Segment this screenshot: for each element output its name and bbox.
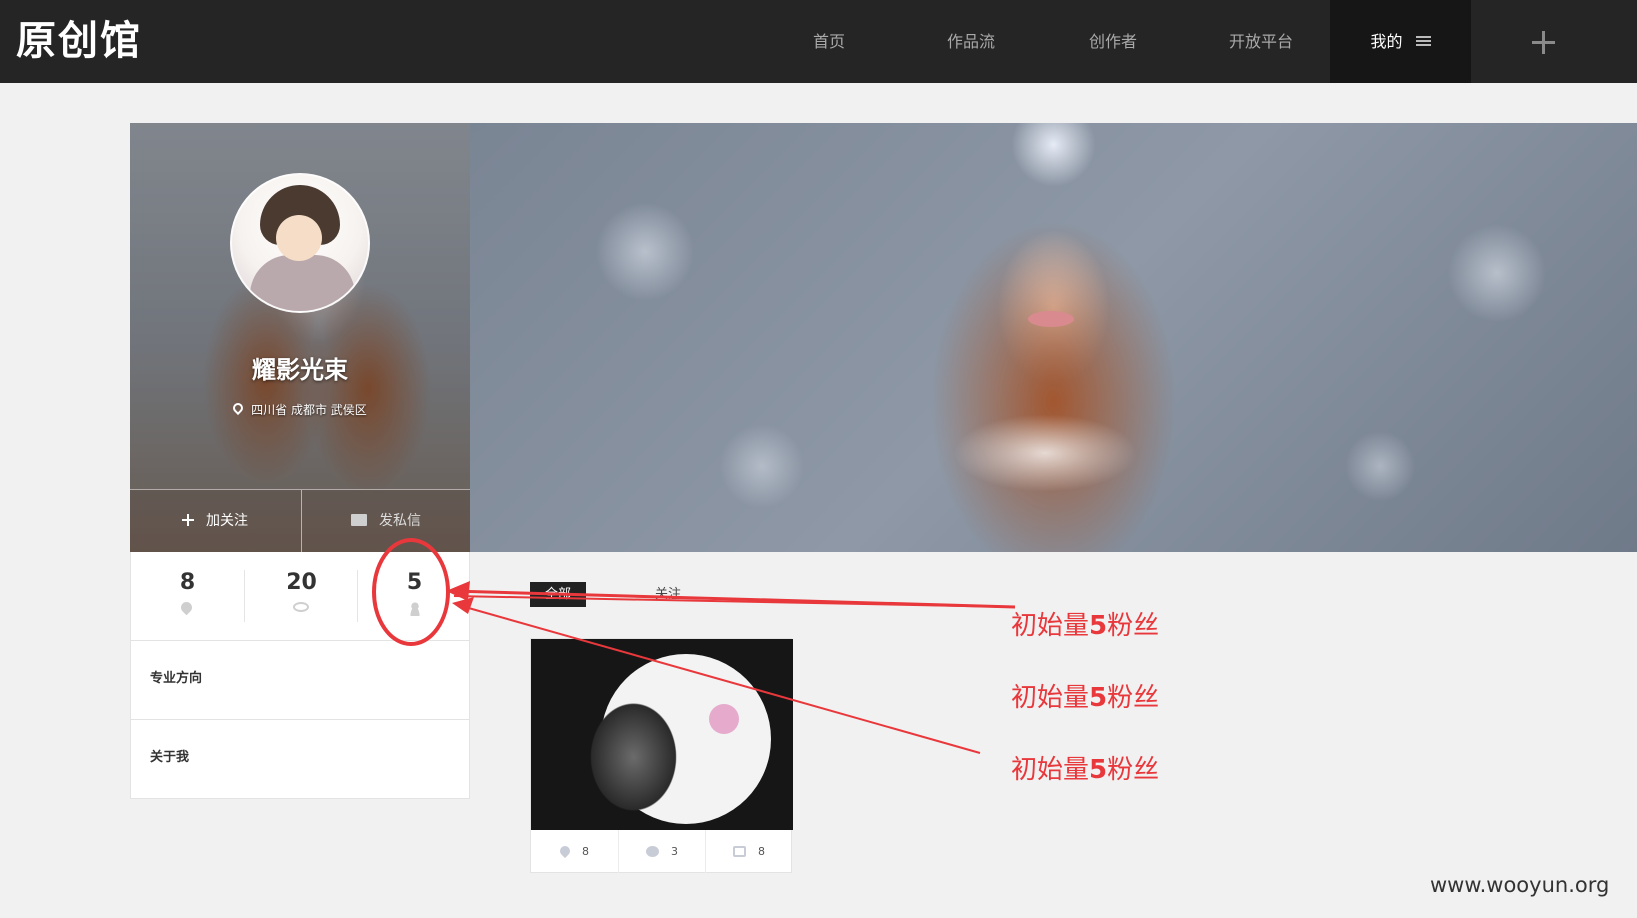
work-likes-count: 8	[582, 845, 589, 858]
user-icon	[408, 602, 422, 616]
heart-icon	[178, 599, 195, 616]
add-work-button[interactable]	[1472, 0, 1614, 83]
profile-stats: 8 20 5	[130, 552, 470, 640]
views-count: 20	[286, 570, 317, 595]
fans-stat[interactable]: 5	[358, 552, 471, 640]
avatar[interactable]	[230, 173, 370, 313]
nav-open-platform[interactable]: 开放平台	[1196, 0, 1326, 83]
location-pin-icon	[231, 400, 246, 416]
message-label: 发私信	[379, 513, 421, 529]
banner-illustration-detail	[1028, 311, 1074, 327]
user-location: 四川省 成都市 武侯区	[130, 400, 470, 418]
profile-actions: 加关注 发私信	[130, 489, 470, 552]
work-thumbnail[interactable]	[531, 639, 793, 830]
site-logo[interactable]: 原创馆	[16, 14, 142, 68]
top-navbar: 原创馆 首页 作品流 创作者 开放平台 我的	[0, 0, 1637, 83]
cover-banner	[470, 123, 1637, 552]
like-icon	[557, 843, 573, 859]
specialty-label: 专业方向	[150, 671, 203, 686]
likes-count: 8	[179, 570, 196, 595]
hamburger-icon	[1415, 36, 1431, 47]
work-like-button[interactable]: 8	[531, 830, 618, 873]
send-message-button[interactable]: 发私信	[301, 490, 470, 552]
work-stats: 8 3 8	[531, 830, 793, 873]
fans-count: 5	[406, 570, 423, 595]
nav-my-label: 我的	[1370, 32, 1403, 51]
share-icon	[733, 845, 746, 857]
user-name: 耀影光束	[252, 356, 348, 384]
tab-follow[interactable]: 关注	[640, 582, 696, 607]
follow-button[interactable]: 加关注	[130, 490, 300, 552]
likes-stat[interactable]: 8	[131, 552, 244, 640]
nav-works-stream[interactable]: 作品流	[912, 0, 1030, 83]
profile-card: 耀影光束 四川省 成都市 武侯区 加关注 发私信	[130, 123, 470, 552]
annotation-text: 初始量5粉丝	[1011, 755, 1160, 785]
nav-home[interactable]: 首页	[770, 0, 888, 83]
location-text: 四川省 成都市 武侯区	[251, 403, 367, 417]
nav-creators[interactable]: 创作者	[1054, 0, 1172, 83]
comment-icon	[646, 845, 659, 857]
follow-label: 加关注	[206, 513, 248, 529]
tab-all[interactable]: 全部	[530, 582, 587, 607]
watermark: www.wooyun.org	[1430, 873, 1610, 897]
eye-icon	[293, 602, 309, 612]
work-share-button[interactable]: 8	[705, 830, 792, 873]
banner-illustration-moth	[910, 393, 1180, 513]
about-section: 关于我	[130, 719, 470, 799]
work-shares-count: 8	[758, 845, 765, 858]
mail-icon	[351, 514, 367, 526]
work-comments-count: 3	[671, 845, 678, 858]
about-label: 关于我	[150, 750, 190, 765]
specialty-section: 专业方向	[130, 640, 470, 720]
work-card[interactable]: 8 3 8	[530, 638, 793, 873]
views-stat[interactable]: 20	[245, 552, 358, 640]
work-comment-button[interactable]: 3	[618, 830, 705, 873]
annotation-text: 初始量5粉丝	[1011, 611, 1160, 641]
annotation-text: 初始量5粉丝	[1011, 683, 1160, 713]
nav-my-menu[interactable]: 我的	[1330, 0, 1471, 83]
plus-icon	[182, 514, 194, 526]
